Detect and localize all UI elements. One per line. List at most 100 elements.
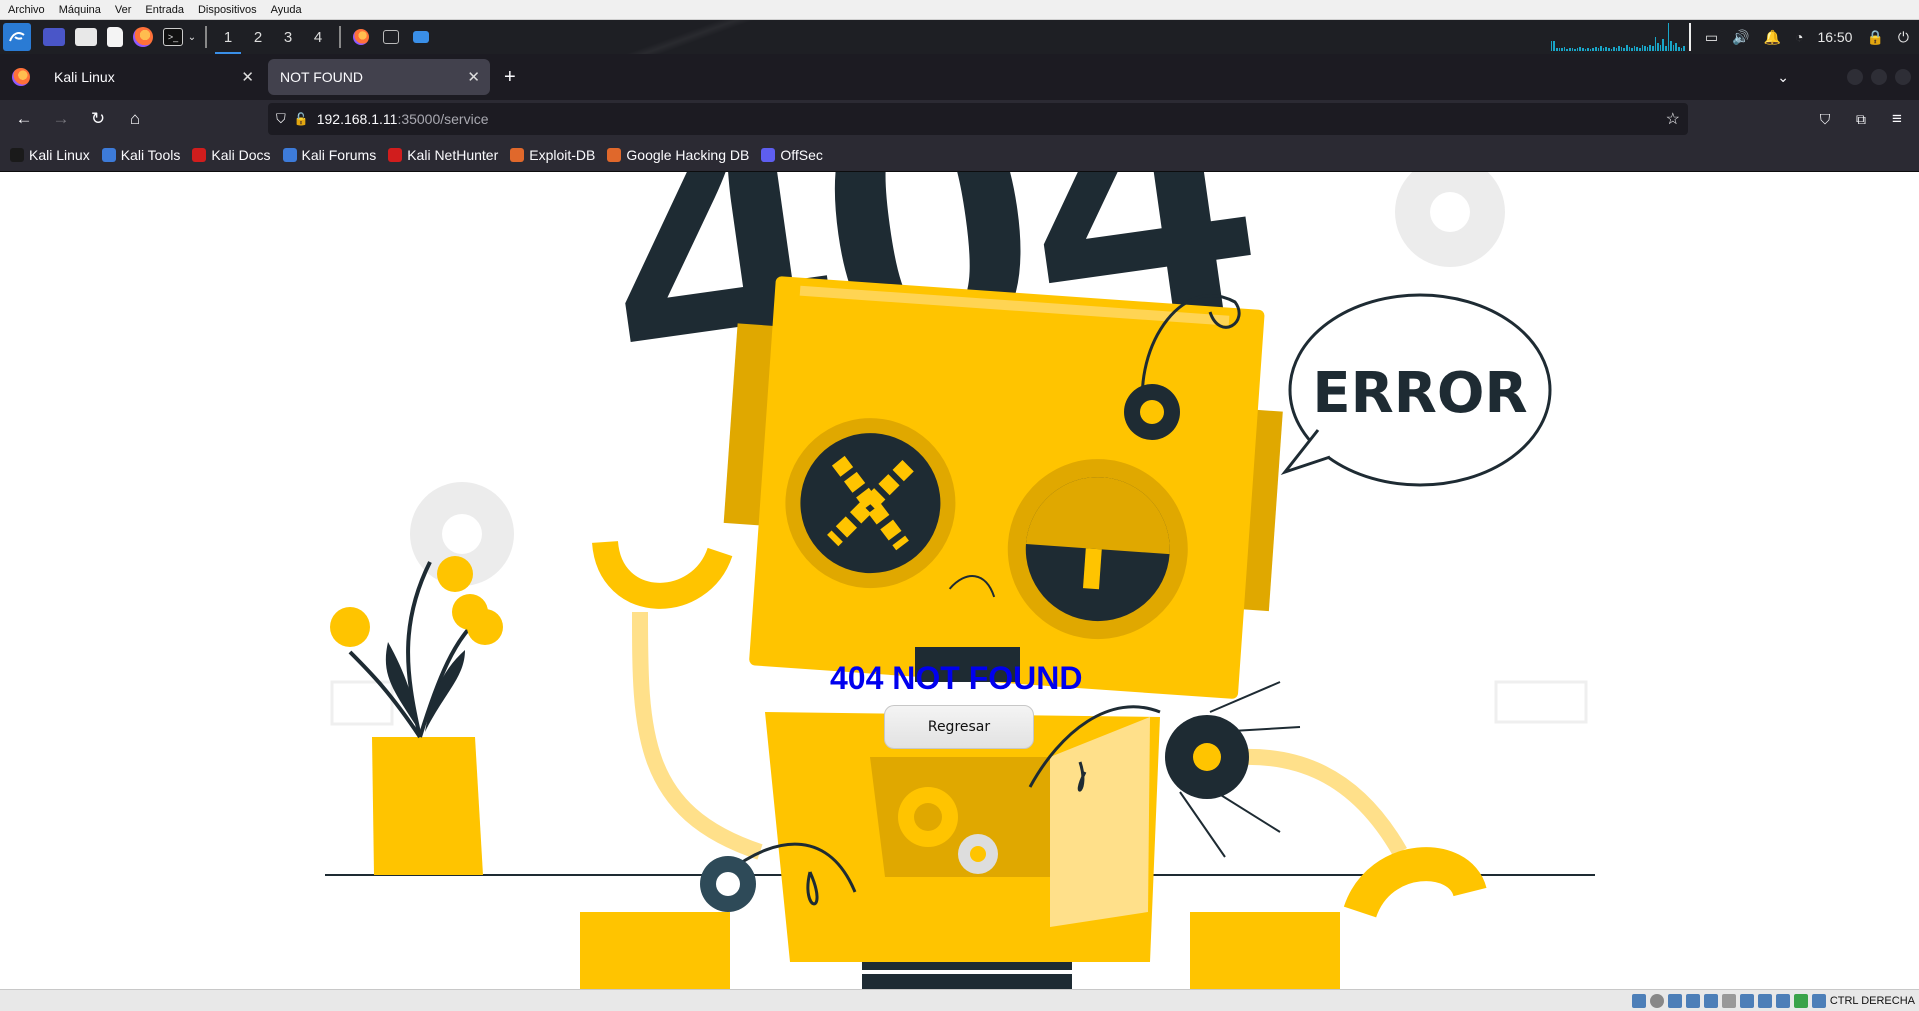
- terminal-window-icon[interactable]: [383, 30, 399, 44]
- cpu-graph-bar: [1594, 47, 1597, 51]
- lock-icon[interactable]: 🔓: [294, 112, 309, 126]
- flower-pot-illustration: [330, 556, 503, 875]
- bookmark-item[interactable]: Kali Docs: [192, 147, 271, 163]
- mouse-integration-icon[interactable]: [1793, 993, 1808, 1008]
- menu-maquina[interactable]: Máquina: [59, 4, 101, 16]
- cpu-graph-bar: [1579, 47, 1581, 51]
- keyboard-icon[interactable]: [1811, 993, 1826, 1008]
- bookmark-label: Google Hacking DB: [626, 146, 750, 163]
- firefox-launcher-icon[interactable]: [133, 27, 153, 47]
- menu-dispositivos[interactable]: Dispositivos: [198, 4, 257, 16]
- extensions-icon[interactable]: ⧉: [1843, 103, 1879, 135]
- lock-icon[interactable]: 🔒: [1866, 29, 1883, 46]
- file-manager-icon[interactable]: [75, 28, 97, 46]
- menu-archivo[interactable]: Archivo: [8, 4, 45, 16]
- menu-icon[interactable]: ≡: [1879, 103, 1915, 135]
- workspace-4[interactable]: 4: [303, 20, 333, 54]
- bookmark-item[interactable]: Kali Tools: [101, 147, 180, 163]
- kali-menu-icon[interactable]: [3, 23, 31, 51]
- bell-icon[interactable]: 🔔: [1764, 29, 1781, 46]
- tab-not-found[interactable]: NOT FOUND ✕: [268, 59, 490, 95]
- logout-icon[interactable]: ⏻: [1898, 29, 1909, 46]
- usb-icon[interactable]: [1703, 993, 1718, 1008]
- cpu-graph-bar: [1574, 49, 1576, 51]
- cpu-graph-bar: [1683, 46, 1685, 51]
- cpu-graph-bar: [1659, 45, 1662, 51]
- virtualization-icon[interactable]: [1775, 993, 1790, 1008]
- tab-label: Kali Linux: [54, 69, 115, 85]
- bookmark-favicon-icon: [761, 147, 776, 162]
- bookmark-star-icon[interactable]: ☆: [1666, 109, 1680, 129]
- tab-kali-linux[interactable]: Kali Linux ✕: [42, 59, 264, 95]
- bookmark-item[interactable]: Kali NetHunter: [388, 147, 498, 163]
- show-desktop-icon[interactable]: [43, 28, 65, 46]
- bookmark-label: OffSec: [780, 146, 823, 163]
- panel-clock[interactable]: 16:50: [1817, 29, 1852, 45]
- home-icon[interactable]: ⌂: [117, 103, 153, 135]
- cpu-graph-bar: [1639, 48, 1641, 51]
- cpu-graph-bar: [1649, 45, 1652, 51]
- cpu-graph-bar: [1636, 47, 1639, 51]
- bookmark-favicon-icon: [282, 147, 297, 162]
- cpu-graph-bar: [1680, 48, 1683, 51]
- menu-entrada[interactable]: Entrada: [145, 4, 184, 16]
- close-icon[interactable]: ✕: [467, 68, 480, 86]
- firefox-window-icon[interactable]: [353, 29, 369, 45]
- chevron-down-icon[interactable]: ⌄: [185, 24, 199, 50]
- close-icon[interactable]: ✕: [241, 68, 254, 86]
- cpu-graph-bar: [1646, 47, 1649, 51]
- robot-head: [723, 276, 1283, 699]
- shared-folders-icon[interactable]: [1721, 993, 1736, 1008]
- workspace-1[interactable]: 1: [213, 20, 243, 54]
- bookmark-item[interactable]: Google Hacking DB: [607, 147, 749, 163]
- cpu-graph-bar: [1670, 41, 1672, 51]
- pocket-icon[interactable]: ⛉: [1807, 103, 1843, 135]
- robot-404-illustration: 404: [325, 172, 1595, 989]
- new-tab-icon[interactable]: +: [504, 66, 516, 89]
- cpu-graph-bar: [1605, 47, 1607, 51]
- back-button[interactable]: Regresar: [884, 705, 1034, 749]
- cpu-graph-bar: [1677, 47, 1680, 51]
- text-editor-icon[interactable]: [107, 27, 123, 47]
- power-icon[interactable]: ◔: [1795, 29, 1803, 45]
- maximize-icon[interactable]: [1871, 69, 1887, 85]
- optical-drive-icon[interactable]: [1649, 993, 1664, 1008]
- hdd-icon[interactable]: [1631, 993, 1646, 1008]
- cpu-graph-bar: [1667, 23, 1670, 51]
- recording-icon[interactable]: [1757, 993, 1772, 1008]
- cpu-graph-bar: [1597, 48, 1600, 51]
- window-controls: [1847, 69, 1911, 85]
- host-key-label: CTRL DERECHA: [1829, 994, 1915, 1007]
- network-icon[interactable]: [1685, 993, 1700, 1008]
- cpu-graph-bar: [1569, 48, 1571, 51]
- workspace-3[interactable]: 3: [273, 20, 303, 54]
- window-icon[interactable]: ▭: [1705, 29, 1718, 46]
- bookmark-item[interactable]: Exploit-DB: [510, 147, 595, 163]
- workspace-2[interactable]: 2: [243, 20, 273, 54]
- cpu-graph-bar: [1652, 46, 1654, 51]
- volume-icon[interactable]: 🔊: [1732, 29, 1749, 46]
- back-icon[interactable]: ←: [6, 103, 42, 135]
- list-tabs-icon[interactable]: ⌄: [1777, 69, 1789, 86]
- folder-window-icon[interactable]: [413, 31, 429, 43]
- firefox-view-icon[interactable]: [12, 68, 30, 86]
- bookmark-label: Kali NetHunter: [407, 146, 499, 163]
- bookmark-item[interactable]: Kali Forums: [282, 147, 376, 163]
- audio-icon[interactable]: [1667, 993, 1682, 1008]
- bookmark-favicon-icon: [388, 147, 403, 162]
- url-bar[interactable]: ⛉ 🔓 192.168.1.11:35000/service ☆: [268, 103, 1688, 135]
- terminal-launcher-icon[interactable]: >_: [163, 28, 183, 46]
- bookmark-item[interactable]: OffSec: [761, 147, 823, 163]
- close-window-icon[interactable]: [1895, 69, 1911, 85]
- minimize-icon[interactable]: [1847, 69, 1863, 85]
- forward-icon[interactable]: →: [43, 103, 79, 135]
- reload-icon[interactable]: ↻: [80, 103, 116, 135]
- bookmark-item[interactable]: Kali Linux: [10, 147, 90, 163]
- display-icon[interactable]: [1739, 993, 1754, 1008]
- cpu-graph-bar: [1615, 48, 1618, 51]
- bookmark-favicon-icon: [101, 147, 116, 162]
- shield-icon[interactable]: ⛉: [276, 111, 286, 127]
- menu-ayuda[interactable]: Ayuda: [271, 4, 302, 16]
- bookmark-favicon-icon: [510, 147, 525, 162]
- menu-ver[interactable]: Ver: [115, 4, 132, 16]
